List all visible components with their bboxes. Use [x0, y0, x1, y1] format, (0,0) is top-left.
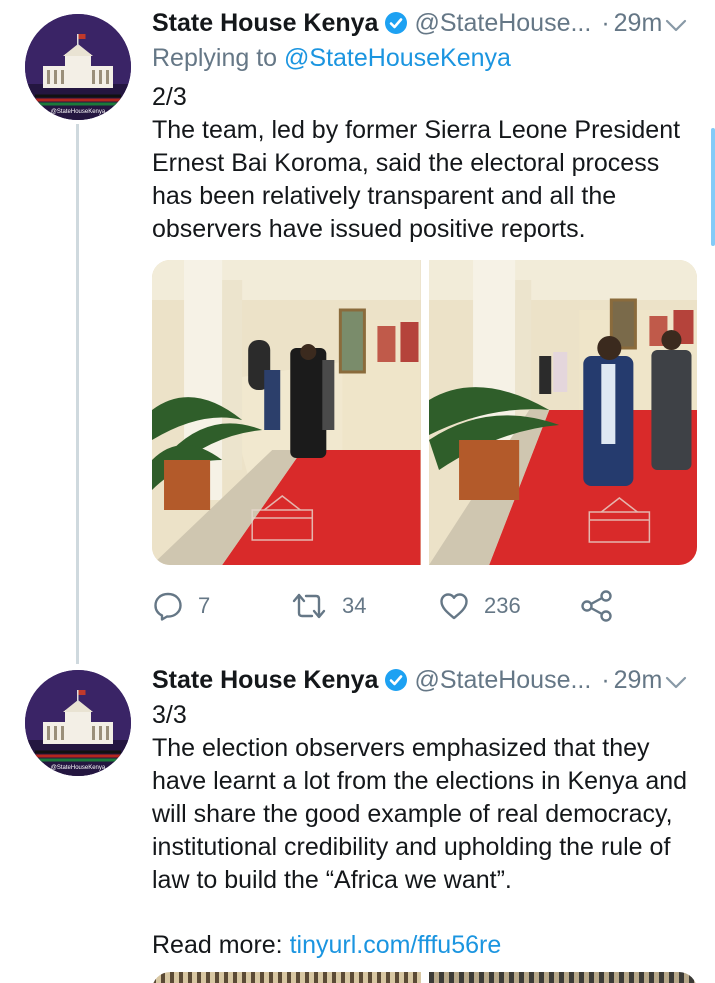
separator-dot: · — [601, 8, 610, 37]
tweet-1[interactable]: State House Kenya @StateHouse... · 29m R… — [152, 6, 697, 246]
author-handle[interactable]: @StateHouse... — [414, 666, 591, 695]
media-photo-4[interactable] — [428, 972, 697, 983]
hallway-photo-image — [428, 260, 697, 565]
state-house-logo-image: @StateHouseKenya — [25, 14, 131, 120]
reply-count: 7 — [198, 593, 211, 618]
tweet-2-media-preview[interactable] — [152, 972, 697, 983]
author-handle[interactable]: @StateHouse... — [414, 9, 591, 38]
tweet-text: The election observers emphasized that t… — [152, 734, 688, 894]
timestamp[interactable]: 29m — [614, 666, 663, 695]
retweet-icon — [290, 590, 328, 622]
tweet-actions-bar: 7 34 236 — [152, 588, 622, 624]
read-more-link[interactable]: tinyurl.com/fffu56re — [290, 931, 502, 959]
read-more-label: Read more: — [152, 931, 290, 959]
read-more-line: Read more: tinyurl.com/fffu56re — [152, 929, 697, 962]
state-house-logo-image: @StateHouseKenya — [25, 670, 131, 776]
separator-dot: · — [601, 665, 610, 694]
tweet-header: State House Kenya @StateHouse... · 29m — [152, 663, 697, 697]
replying-to-line: Replying to @StateHouseKenya — [152, 44, 697, 73]
avatar-caption: @StateHouseKenya — [51, 765, 106, 771]
replying-to-label: Replying to — [152, 44, 285, 72]
tweet-header: State House Kenya @StateHouse... · 29m — [152, 6, 697, 40]
tweet-counter: 3/3 — [152, 701, 187, 729]
retweet-count: 34 — [342, 593, 367, 618]
tweet-text: The team, led by former Sierra Leone Pre… — [152, 116, 681, 243]
verified-badge-icon — [384, 11, 408, 35]
share-button[interactable] — [580, 589, 614, 623]
tweet-2[interactable]: State House Kenya @StateHouse... · 29m 3… — [152, 663, 697, 962]
author-name[interactable]: State House Kenya — [152, 9, 378, 38]
avatar-caption: @StateHouseKenya — [51, 109, 106, 115]
heart-icon — [438, 590, 470, 622]
thread-connector-line — [76, 124, 79, 664]
media-photo-3[interactable] — [152, 972, 421, 983]
like-button[interactable]: 236 — [438, 590, 580, 622]
replying-to-handle-link[interactable]: @StateHouseKenya — [284, 44, 511, 72]
avatar[interactable]: @StateHouseKenya — [25, 14, 131, 120]
tweet-counter: 2/3 — [152, 83, 187, 111]
hallway-photo-image — [152, 260, 421, 565]
retweet-button[interactable]: 34 — [290, 590, 438, 622]
verified-badge-icon — [384, 668, 408, 692]
chevron-down-icon[interactable] — [663, 669, 689, 695]
avatar[interactable]: @StateHouseKenya — [25, 670, 131, 776]
author-name[interactable]: State House Kenya — [152, 666, 378, 695]
chevron-down-icon[interactable] — [663, 12, 689, 38]
scrollbar-thumb[interactable] — [711, 128, 715, 246]
media-photo-2[interactable] — [428, 260, 697, 565]
reply-button[interactable]: 7 — [152, 590, 290, 622]
timestamp[interactable]: 29m — [614, 9, 663, 38]
media-photo-1[interactable] — [152, 260, 421, 565]
like-count: 236 — [484, 593, 521, 618]
reply-icon — [152, 590, 184, 622]
share-icon — [580, 589, 614, 623]
tweet-media-grid[interactable] — [152, 260, 697, 565]
